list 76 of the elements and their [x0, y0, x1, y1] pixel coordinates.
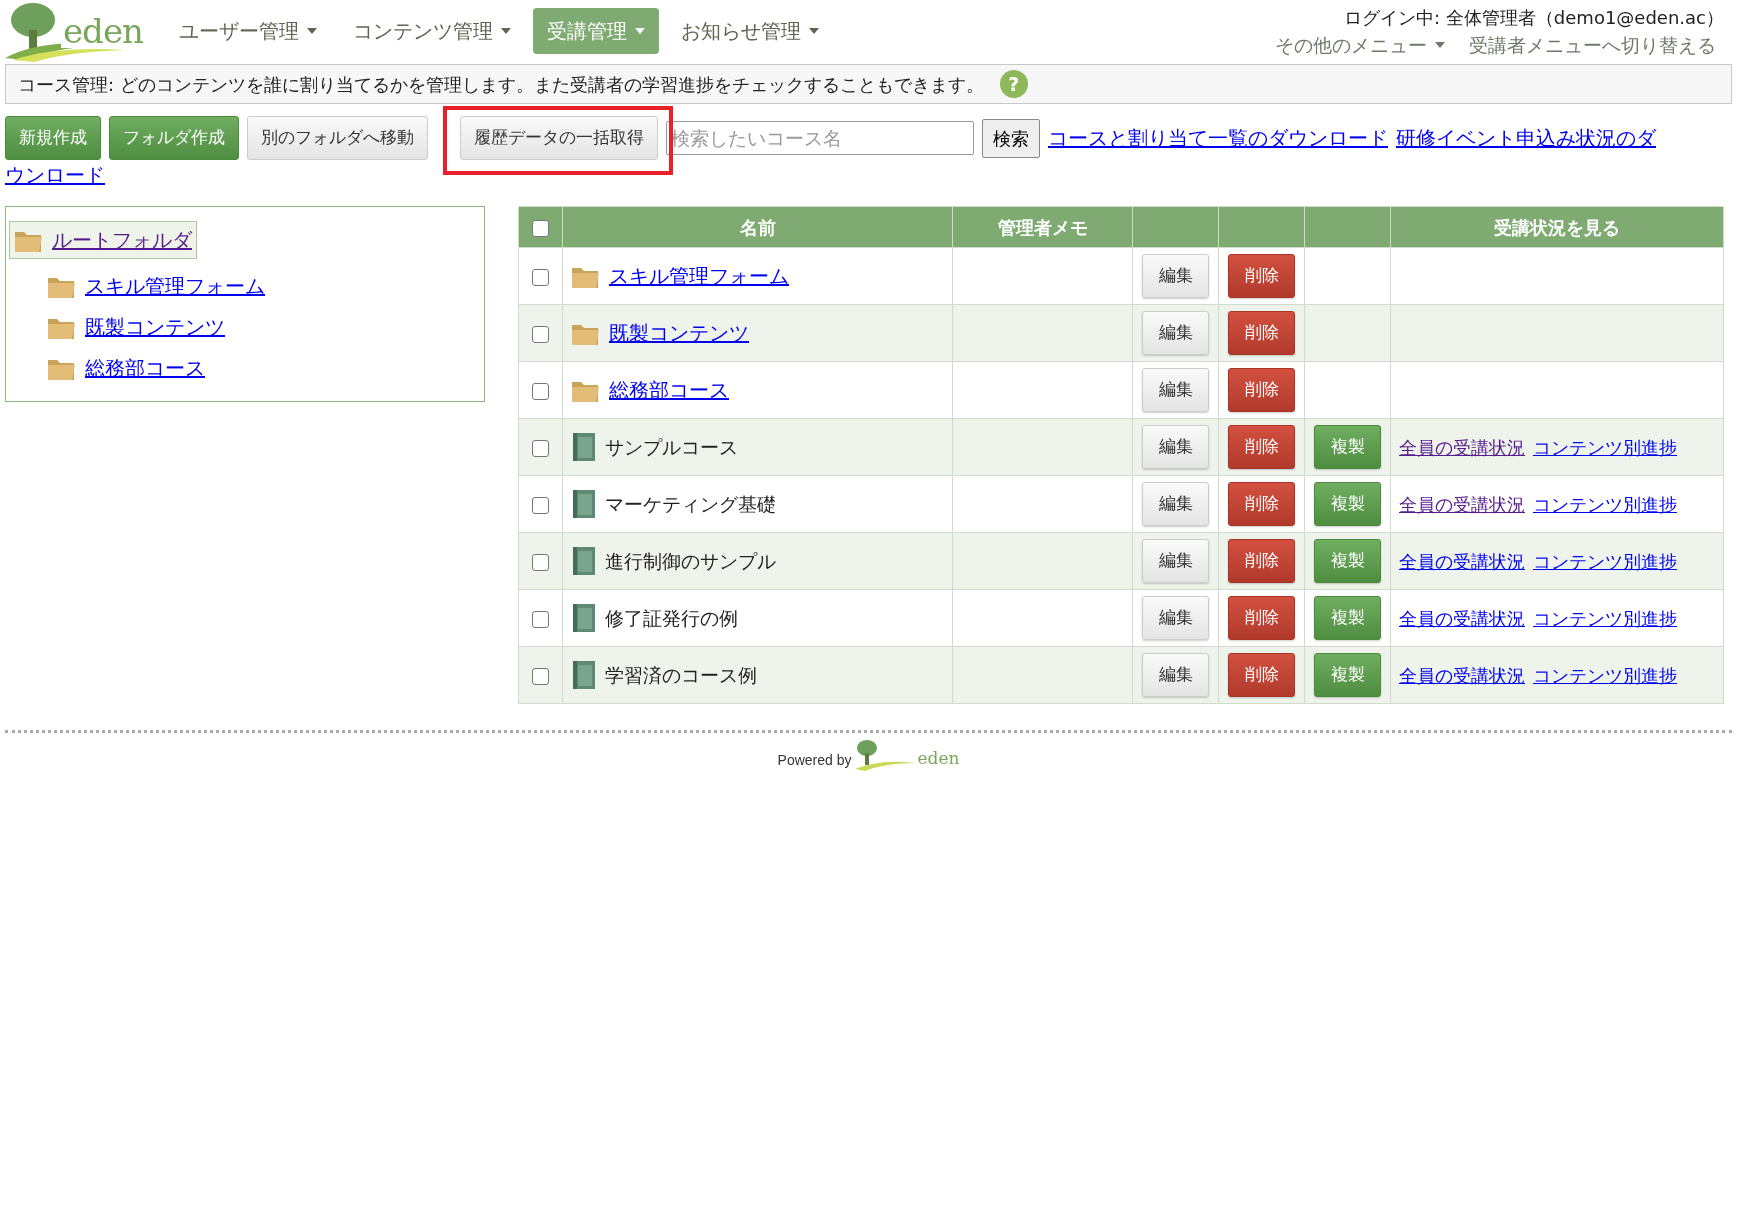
- book-icon: [571, 603, 597, 633]
- row-checkbox[interactable]: [532, 325, 549, 343]
- edit-button[interactable]: 編集: [1142, 368, 1209, 412]
- eden-logo: eden: [855, 739, 960, 771]
- delete-button[interactable]: 削除: [1228, 482, 1295, 526]
- row-checkbox[interactable]: [532, 553, 549, 571]
- delete-button[interactable]: 削除: [1228, 653, 1295, 697]
- book-icon: [571, 489, 597, 519]
- caret-icon: [1435, 42, 1445, 49]
- status-link[interactable]: コンテンツ別進捗: [1533, 547, 1677, 575]
- delete-button[interactable]: 削除: [1228, 254, 1295, 298]
- caret-icon: [501, 28, 511, 34]
- download-link[interactable]: 研修イベント申込み状況のダ: [1396, 123, 1656, 153]
- caret-icon: [307, 28, 317, 34]
- edit-button[interactable]: 編集: [1142, 596, 1209, 640]
- select-all-checkbox[interactable]: [532, 220, 549, 237]
- delete-button[interactable]: 削除: [1228, 539, 1295, 583]
- row-checkbox[interactable]: [532, 382, 549, 400]
- toolbar-button[interactable]: 別のフォルダへ移動: [247, 116, 428, 160]
- status-link[interactable]: 全員の受講状況: [1399, 604, 1525, 632]
- folder-link[interactable]: スキル管理フォーム: [85, 271, 265, 301]
- menu-link[interactable]: その他のメニュー: [1275, 31, 1445, 60]
- download-link[interactable]: コースと割り当て一覧のダウンロード: [1048, 123, 1388, 153]
- book-icon: [571, 546, 597, 576]
- status-link[interactable]: 全員の受講状況: [1399, 433, 1525, 461]
- toolbar-button[interactable]: 履歴データの一括取得: [460, 116, 658, 160]
- status-link[interactable]: コンテンツ別進捗: [1533, 661, 1677, 689]
- info-text: コース管理: どのコンテンツを誰に割り当てるかを管理します。また受講者の学習進捗をチェックすることもできます。: [18, 72, 984, 97]
- search-field[interactable]: 検索したいコース名: [666, 121, 974, 155]
- course-name: 学習済のコース例: [605, 662, 757, 688]
- course-name: 進行制御のサンプル: [605, 548, 776, 574]
- login-status: ログイン中: 全体管理者（demo1@eden.ac）: [1344, 6, 1724, 30]
- delete-button[interactable]: 削除: [1228, 368, 1295, 412]
- edit-button[interactable]: 編集: [1142, 482, 1209, 526]
- nav-menu[interactable]: ユーザー管理: [165, 8, 331, 54]
- row-checkbox[interactable]: [532, 268, 549, 286]
- delete-button[interactable]: 削除: [1228, 425, 1295, 469]
- download-link[interactable]: ウンロード: [5, 163, 105, 187]
- caret-icon: [635, 28, 645, 34]
- status-link[interactable]: 全員の受講状況: [1399, 547, 1525, 575]
- column-header: 管理者メモ: [952, 206, 1133, 248]
- status-link[interactable]: コンテンツ別進捗: [1533, 490, 1677, 518]
- course-name: マーケティング基礎: [605, 491, 776, 517]
- column-header: 名前: [562, 206, 953, 248]
- nav-menu[interactable]: お知らせ管理: [667, 8, 833, 54]
- status-link[interactable]: 全員の受講状況: [1399, 661, 1525, 689]
- search-button[interactable]: 検索: [982, 118, 1040, 158]
- status-link[interactable]: コンテンツ別進捗: [1533, 604, 1677, 632]
- folder-link[interactable]: 既製コンテンツ: [609, 318, 749, 348]
- folder-link[interactable]: ルートフォルダ: [52, 225, 192, 255]
- row-checkbox[interactable]: [532, 667, 549, 685]
- edit-button[interactable]: 編集: [1142, 311, 1209, 355]
- delete-button[interactable]: 削除: [1228, 596, 1295, 640]
- edit-button[interactable]: 編集: [1142, 425, 1209, 469]
- book-icon: [571, 432, 597, 462]
- delete-button[interactable]: 削除: [1228, 311, 1295, 355]
- folder-link[interactable]: 既製コンテンツ: [85, 312, 225, 342]
- folder-link[interactable]: 総務部コース: [85, 353, 205, 383]
- course-name: 修了証発行の例: [605, 605, 738, 631]
- status-link[interactable]: 全員の受講状況: [1399, 490, 1525, 518]
- course-name: サンプルコース: [605, 434, 738, 460]
- nav-menu[interactable]: コンテンツ管理: [339, 8, 525, 54]
- book-icon: [571, 660, 597, 690]
- row-checkbox[interactable]: [532, 496, 549, 514]
- status-link[interactable]: コンテンツ別進捗: [1533, 433, 1677, 461]
- column-header: 受講状況を見る: [1390, 206, 1724, 248]
- menu-link[interactable]: 受講者メニューへ切り替える: [1469, 31, 1716, 60]
- powered-by-text: Powered by: [777, 751, 852, 770]
- row-checkbox[interactable]: [532, 610, 549, 628]
- tree-item[interactable]: ルートフォルダ: [9, 221, 197, 259]
- folder-link[interactable]: 総務部コース: [609, 375, 729, 405]
- row-checkbox[interactable]: [532, 439, 549, 457]
- edit-button[interactable]: 編集: [1142, 254, 1209, 298]
- caret-icon: [809, 28, 819, 34]
- edit-button[interactable]: 編集: [1142, 539, 1209, 583]
- edit-button[interactable]: 編集: [1142, 653, 1209, 697]
